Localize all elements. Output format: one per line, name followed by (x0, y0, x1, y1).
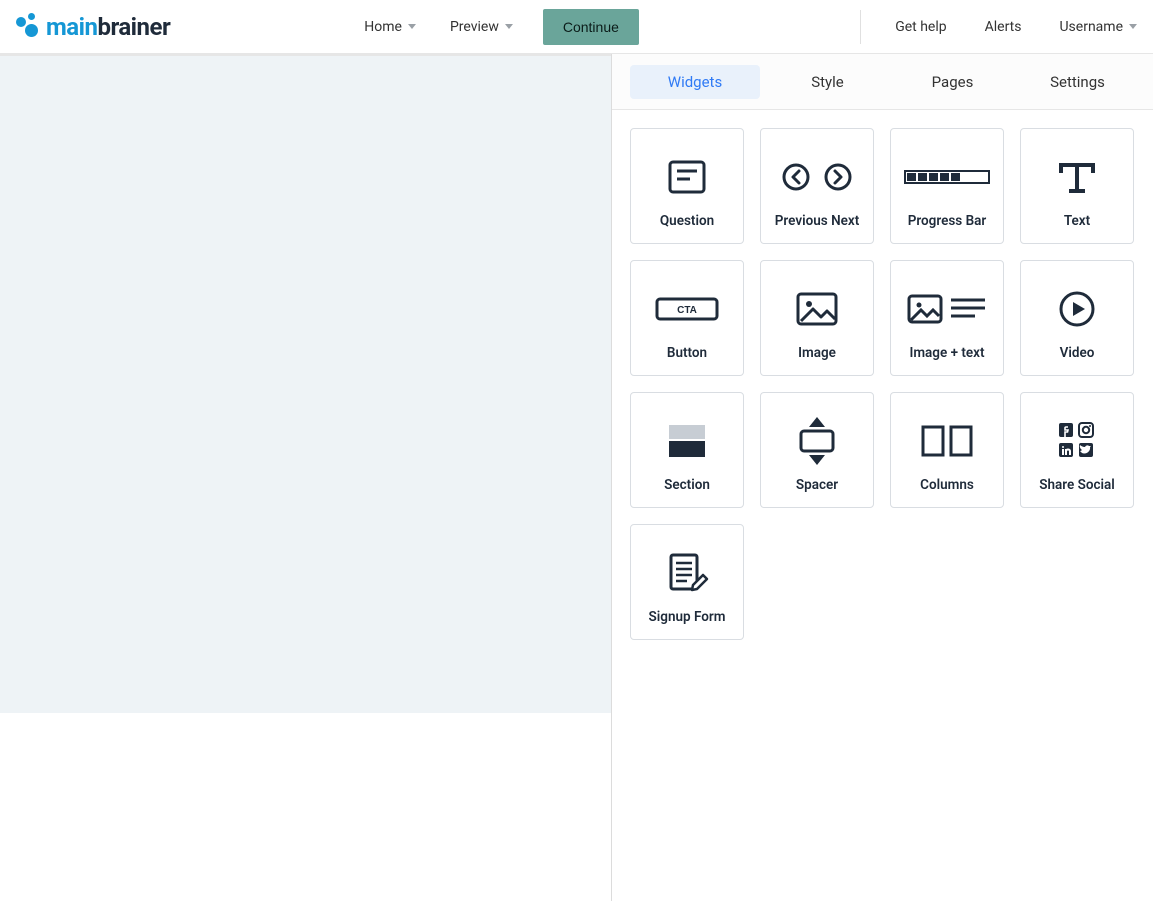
widget-image-label: Image (798, 346, 836, 361)
nav-alerts[interactable]: Alerts (981, 13, 1026, 41)
columns-icon (897, 403, 997, 478)
image-icon (767, 271, 867, 346)
widget-text[interactable]: Text (1020, 128, 1134, 244)
logo-mark-icon (10, 13, 40, 41)
widget-image-text-label: Image + text (909, 346, 984, 361)
widget-image-text[interactable]: Image + text (890, 260, 1004, 376)
chevron-down-icon (1129, 24, 1137, 29)
chevron-down-icon (505, 24, 513, 29)
top-bar: mainbrainer Home Preview Continue Get he… (0, 0, 1153, 54)
widget-prev-next-label: Previous Next (775, 214, 860, 229)
top-center-nav: Home Preview Continue (360, 9, 639, 45)
widget-share-social[interactable]: Share Social (1020, 392, 1134, 508)
widget-section-label: Section (664, 478, 710, 493)
widget-grid: Question Previous Next (612, 110, 1153, 658)
widget-progress-label: Progress Bar (908, 214, 987, 229)
widget-button-label: Button (667, 346, 707, 361)
widget-section[interactable]: Section (630, 392, 744, 508)
nav-get-help[interactable]: Get help (891, 13, 950, 41)
spacer-icon (767, 403, 867, 478)
question-icon (637, 139, 737, 214)
widget-video[interactable]: Video (1020, 260, 1134, 376)
tab-style[interactable]: Style (770, 65, 885, 99)
widget-signup-label: Signup Form (649, 610, 726, 625)
widget-progress-bar[interactable]: Progress Bar (890, 128, 1004, 244)
nav-preview[interactable]: Preview (446, 13, 517, 41)
widget-button[interactable]: CTA Button (630, 260, 744, 376)
widget-question-label: Question (660, 214, 714, 229)
divider (860, 10, 861, 44)
nav-preview-label: Preview (450, 19, 499, 35)
widget-question[interactable]: Question (630, 128, 744, 244)
widget-previous-next[interactable]: Previous Next (760, 128, 874, 244)
signup-form-icon (637, 535, 737, 610)
widget-columns-label: Columns (920, 478, 974, 493)
nav-home[interactable]: Home (360, 13, 420, 41)
widget-share-label: Share Social (1039, 478, 1115, 493)
nav-username[interactable]: Username (1055, 13, 1141, 41)
widget-spacer-label: Spacer (796, 478, 838, 493)
right-panel: Widgets Style Pages Settings Question (612, 54, 1153, 901)
top-right-nav: Get help Alerts Username (860, 10, 1141, 44)
chevron-down-icon (408, 24, 416, 29)
nav-get-help-label: Get help (895, 19, 946, 35)
tab-widgets[interactable]: Widgets (630, 65, 760, 99)
widget-video-label: Video (1060, 346, 1095, 361)
prev-next-icon (767, 139, 867, 214)
share-social-icon (1027, 403, 1127, 478)
widget-columns[interactable]: Columns (890, 392, 1004, 508)
progress-bar-icon (897, 139, 997, 214)
video-icon (1027, 271, 1127, 346)
widget-text-label: Text (1064, 214, 1090, 229)
nav-home-label: Home (364, 19, 402, 35)
image-text-icon (897, 271, 997, 346)
editor-canvas[interactable] (0, 54, 612, 901)
button-icon: CTA (637, 271, 737, 346)
panel-tabs: Widgets Style Pages Settings (612, 54, 1153, 110)
nav-alerts-label: Alerts (985, 19, 1022, 35)
logo-text: mainbrainer (46, 13, 170, 41)
text-icon (1027, 139, 1127, 214)
brand-logo[interactable]: mainbrainer (10, 13, 170, 41)
section-icon (637, 403, 737, 478)
editor-canvas-inner (0, 54, 611, 713)
continue-button[interactable]: Continue (543, 9, 639, 45)
main-area: Widgets Style Pages Settings Question (0, 54, 1153, 901)
nav-username-label: Username (1059, 19, 1123, 35)
widget-image[interactable]: Image (760, 260, 874, 376)
svg-text:CTA: CTA (677, 305, 697, 316)
tab-settings[interactable]: Settings (1020, 65, 1135, 99)
widget-spacer[interactable]: Spacer (760, 392, 874, 508)
widget-signup-form[interactable]: Signup Form (630, 524, 744, 640)
tab-pages[interactable]: Pages (895, 65, 1010, 99)
